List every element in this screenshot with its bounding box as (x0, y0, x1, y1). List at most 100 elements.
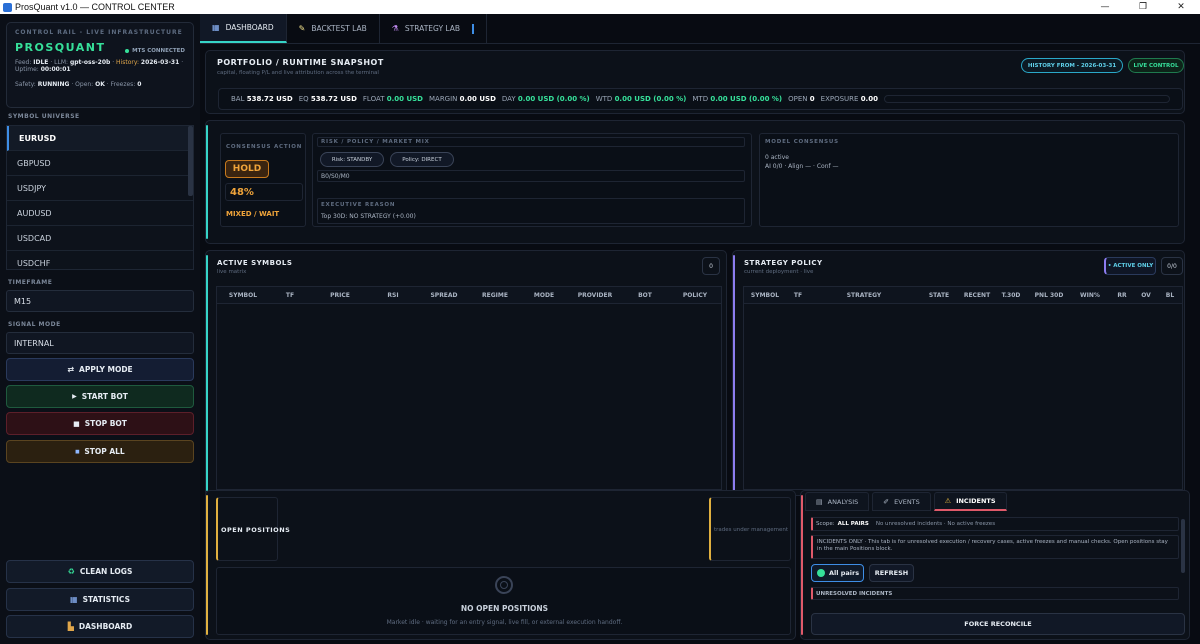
metric-value: 0 (809, 95, 815, 103)
scope-status: No unresolved incidents · No active free… (875, 521, 996, 527)
stop-bot-button[interactable]: ■ STOP BOT (6, 412, 194, 435)
risk-policy-label: RISK / POLICY / MARKET MIX (321, 139, 430, 145)
active-symbols-table-header: SYMBOL TF PRICE RSI SPREAD REGIME MODE PROVIDER… (216, 286, 722, 304)
column-header-win-[interactable]: WIN% (1070, 292, 1110, 299)
tab-scroll-indicator (472, 23, 475, 34)
tab-backtest-lab[interactable]: ✎ BACKTEST LAB (287, 14, 380, 43)
llm-value: gpt-oss-20b (69, 59, 111, 66)
column-header-mode[interactable]: MODE (519, 292, 569, 299)
metric-key: WTD (595, 95, 613, 103)
strategy-policy-subtitle: current deployment · live (744, 269, 814, 275)
column-header-bot[interactable]: BOT (621, 292, 669, 299)
tab-events-label: EVENTS (894, 497, 920, 506)
column-header-bl[interactable]: BL (1158, 292, 1182, 299)
risk-label-row: RISK / POLICY / MARKET MIX (317, 137, 745, 147)
dashboard-button[interactable]: ▙ DASHBOARD (6, 615, 194, 638)
timeframe-select[interactable]: M15 (6, 290, 194, 312)
column-header-ov[interactable]: OV (1134, 292, 1158, 299)
symbol-item-usdcad[interactable]: USDCAD (7, 226, 193, 251)
column-header-regime[interactable]: REGIME (471, 292, 519, 299)
history-from-pill[interactable]: HISTORY FROM - 2026-03-31 (1021, 58, 1123, 73)
tab-strategy-lab[interactable]: ⚗ STRATEGY LAB (380, 14, 488, 43)
tab-analysis[interactable]: ▤ ANALYSIS (805, 492, 870, 511)
recycle-icon: ♻ (67, 567, 75, 576)
symbol-item-usdchf[interactable]: USDCHF (7, 251, 193, 269)
safety-line: Safety: RUNNING · Open: OK · Freezes: 0 (15, 81, 142, 88)
metric-day: DAY 0.00 USD (0.00 %) (502, 95, 590, 103)
minimize-button[interactable]: — (1086, 2, 1124, 12)
signal-mode-select[interactable]: INTERNAL (6, 332, 194, 354)
strategy-policy-title: STRATEGY POLICY (744, 259, 823, 267)
symbol-list: EURUSD GBPUSD USDJPY AUDUSD USDCAD USDCH… (6, 125, 194, 270)
symbol-item-gbpusd[interactable]: GBPUSD (7, 151, 193, 176)
freezes-value: 0 (137, 81, 142, 88)
column-header-tf[interactable]: TF (269, 292, 311, 299)
uptime-line: Uptime: 00:00:01 (15, 66, 185, 73)
metric-key: FLOAT (362, 95, 385, 103)
metric-exposure: EXPOSURE 0.00 (821, 95, 878, 103)
metric-key: BAL (231, 95, 245, 103)
symbol-item-eurusd[interactable]: EURUSD (7, 126, 193, 151)
events-icon: ✐ (883, 497, 890, 506)
column-header-spread[interactable]: SPREAD (417, 292, 471, 299)
start-bot-button[interactable]: ▶ START BOT (6, 385, 194, 408)
statistics-button[interactable]: ▦ STATISTICS (6, 588, 194, 611)
apply-mode-button[interactable]: ⇄ APPLY MODE (6, 358, 194, 381)
portfolio-snapshot-panel: PORTFOLIO / RUNTIME SNAPSHOT capital, fl… (205, 50, 1185, 114)
metric-value: 0.00 USD (0.00 %) (614, 95, 687, 103)
connection-text: MTS CONNECTED (132, 48, 185, 54)
metric-value: 0.00 USD (0.00 %) (710, 95, 783, 103)
open-key: Open: (75, 81, 94, 88)
flask-icon: ⚗ (391, 24, 399, 33)
live-control-pill[interactable]: LIVE CONTROL (1128, 58, 1184, 73)
metric-wtd: WTD 0.00 USD (0.00 %) (596, 95, 687, 103)
column-header-symbol[interactable]: SYMBOL (217, 292, 269, 299)
tab-incidents[interactable]: ⚠ INCIDENTS (933, 492, 1007, 511)
column-header-state[interactable]: STATE (918, 292, 960, 299)
refresh-button[interactable]: REFRESH (869, 564, 914, 582)
column-header-rr[interactable]: RR (1110, 292, 1134, 299)
symbol-item-usdjpy[interactable]: USDJPY (7, 176, 193, 201)
incidents-scrollbar[interactable] (1181, 519, 1185, 573)
maximize-button[interactable]: ❐ (1124, 2, 1162, 12)
signal-mode-label: SIGNAL MODE (8, 321, 61, 328)
column-header-policy[interactable]: POLICY (669, 292, 721, 299)
main-area: ▦ DASHBOARD ✎ BACKTEST LAB ⚗ STRATEGY LAB P… (200, 14, 1200, 644)
column-header-pnl-30d[interactable]: PNL 30D (1028, 292, 1070, 299)
column-header-tf[interactable]: TF (786, 292, 810, 299)
column-header-provider[interactable]: PROVIDER (569, 292, 621, 299)
column-header-symbol[interactable]: SYMBOL (744, 292, 786, 299)
open-positions-title-box: OPEN POSITIONS (216, 497, 290, 561)
policy-pill: Policy: DIRECT (390, 152, 454, 167)
column-header-t-30d[interactable]: T.30D (994, 292, 1028, 299)
stop-all-button[interactable]: ⏹ STOP ALL (6, 440, 194, 463)
window-title: ProsQuant v1.0 — CONTROL CENTER (15, 2, 175, 12)
tab-events[interactable]: ✐ EVENTS (872, 492, 931, 511)
scope-key: Scope: (816, 521, 835, 527)
consensus-percent: 48% (225, 183, 303, 201)
tab-dashboard[interactable]: ▦ DASHBOARD (200, 14, 287, 43)
column-header-recent[interactable]: RECENT (960, 292, 994, 299)
active-only-filter[interactable]: • ACTIVE ONLY (1104, 257, 1156, 275)
symbol-list-scrollbar[interactable] (188, 126, 193, 196)
all-pairs-button[interactable]: All pairs (811, 564, 864, 582)
open-positions-subtitle: trades under management (714, 527, 788, 533)
hold-badge: HOLD (225, 160, 269, 178)
incident-tabs: ▤ ANALYSIS ✐ EVENTS ⚠ INCIDENTS (805, 492, 1007, 511)
clean-logs-button[interactable]: ♻ CLEAN LOGS (6, 560, 194, 583)
column-header-strategy[interactable]: STRATEGY (810, 292, 918, 299)
unresolved-incidents-header: UNRESOLVED INCIDENTS (811, 587, 1179, 600)
metric-value: 0.00 USD (386, 95, 423, 103)
column-header-price[interactable]: PRICE (311, 292, 369, 299)
column-header-rsi[interactable]: RSI (369, 292, 417, 299)
symbol-item-audusd[interactable]: AUDUSD (7, 201, 193, 226)
metric-key: MARGIN (428, 95, 458, 103)
tab-incidents-label: INCIDENTS (956, 497, 996, 505)
close-button[interactable]: ✕ (1162, 2, 1200, 12)
active-symbols-table-body (216, 304, 722, 490)
stop-all-label: STOP ALL (84, 447, 125, 456)
history-key: History: (116, 59, 139, 66)
force-reconcile-button[interactable]: FORCE RECONCILE (811, 613, 1185, 635)
metric-eq: EQ 538.72 USD (299, 95, 357, 103)
metrics-bar: BAL 538.72 USD EQ 538.72 USD FLOAT 0.00 US… (218, 88, 1183, 110)
